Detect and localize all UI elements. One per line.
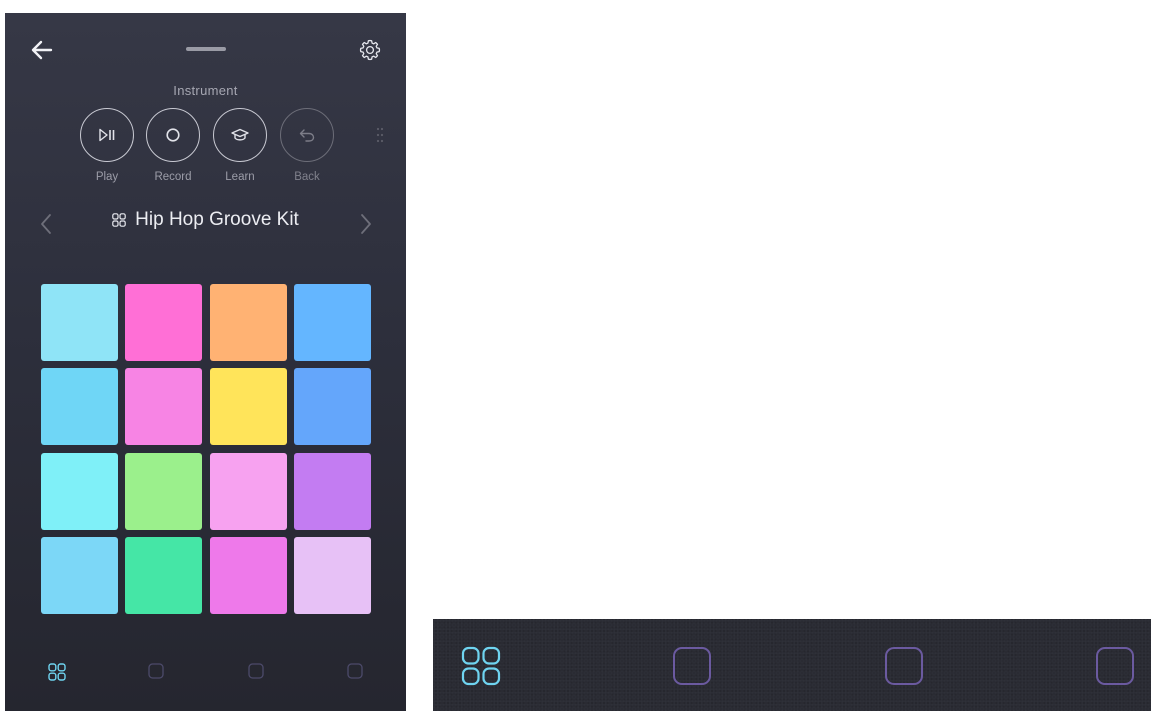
drum-pad-10[interactable] [125,453,202,530]
graduation-cap-icon [231,128,249,141]
grid-icon [112,213,126,227]
play-pause-icon [99,128,115,142]
kit-title[interactable]: Hip Hop Groove Kit [5,209,406,231]
drag-handle[interactable] [186,47,226,51]
record-label: Record [154,171,192,183]
drum-pad-11[interactable] [210,453,287,530]
drum-pad-1[interactable] [41,284,118,361]
tab-square-icon-large-1[interactable] [672,646,712,686]
tab-square-icon-1[interactable] [148,663,164,679]
tab-square-icon-large-2[interactable] [884,646,924,686]
instrument-screen: Instrument Play Record Learn Back Hip Ho… [5,13,406,711]
learn-button[interactable]: Learn [212,108,268,183]
drum-pad-15[interactable] [210,537,287,614]
drum-pad-14[interactable] [125,537,202,614]
drag-dots-icon[interactable] [376,127,384,147]
gear-icon[interactable] [358,38,382,62]
transport-controls: Play Record Learn Back [5,108,406,198]
tab-square-icon-large-3[interactable] [1095,646,1135,686]
drum-pad-13[interactable] [41,537,118,614]
tab-square-icon-3[interactable] [347,663,363,679]
learn-label: Learn [225,171,255,183]
back-label: Back [294,171,320,183]
zoomed-tab-bar [433,619,1151,711]
pad-grid [41,284,371,614]
kit-name: Hip Hop Groove Kit [135,209,299,230]
drum-pad-16[interactable] [294,537,371,614]
tab-grid-icon[interactable] [48,663,66,681]
bottom-tab-bar [5,663,406,693]
instrument-label: Instrument [173,83,238,98]
undo-icon [299,129,315,142]
play-button[interactable]: Play [79,108,135,183]
tab-grid-icon-large[interactable] [461,646,501,686]
drum-pad-4[interactable] [294,284,371,361]
drum-pad-2[interactable] [125,284,202,361]
top-bar [5,35,406,65]
kit-selector: Hip Hop Groove Kit [5,208,406,238]
undo-button[interactable]: Back [279,108,335,183]
drum-pad-8[interactable] [294,368,371,445]
record-icon [166,128,180,142]
drum-pad-7[interactable] [210,368,287,445]
drum-pad-3[interactable] [210,284,287,361]
drum-pad-12[interactable] [294,453,371,530]
drum-pad-6[interactable] [125,368,202,445]
chevron-right-icon[interactable] [357,212,375,236]
arrow-left-icon[interactable] [29,37,55,63]
tab-square-icon-2[interactable] [248,663,264,679]
drum-pad-5[interactable] [41,368,118,445]
play-label: Play [95,171,119,183]
drum-pad-9[interactable] [41,453,118,530]
record-button[interactable]: Record [145,108,201,183]
